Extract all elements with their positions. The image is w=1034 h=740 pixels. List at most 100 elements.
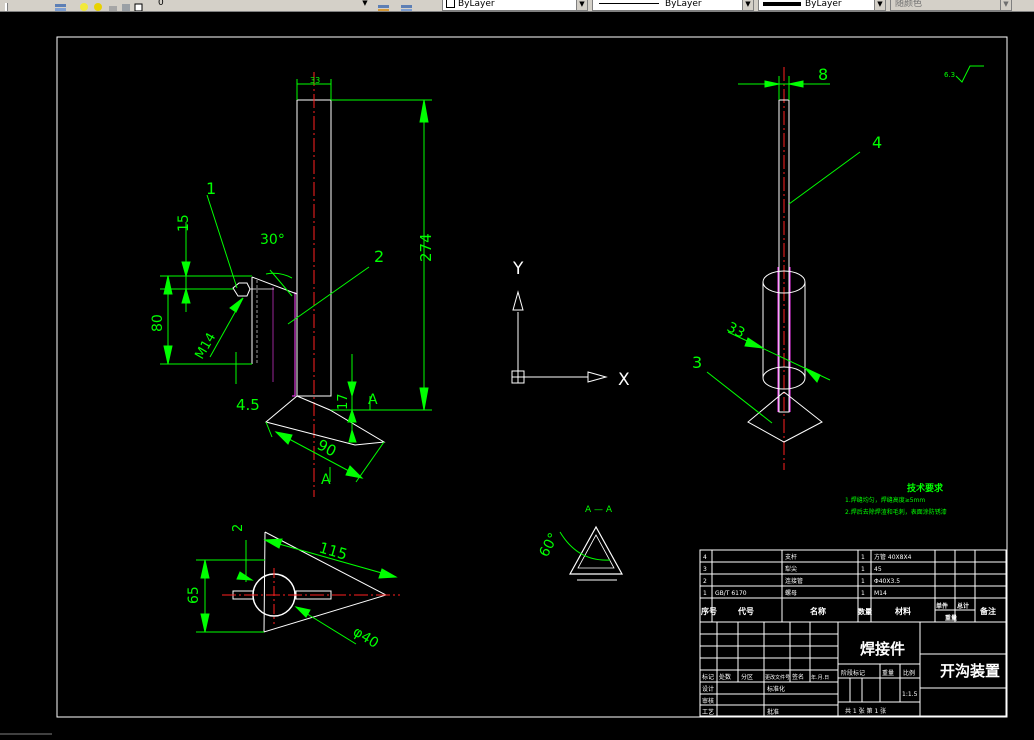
section-mark-a-upper: A: [368, 392, 378, 408]
light-bulb-icon[interactable]: [79, 0, 91, 11]
dim-arrow: [236, 571, 254, 581]
part-1-name: 螺母: [785, 589, 797, 597]
balloon-leader-1: [206, 194, 238, 289]
dim-text-33: 33: [724, 319, 747, 341]
dim-text-65: 65: [186, 586, 202, 604]
top-view-dim-text: 2 115 65 φ40: [186, 524, 381, 652]
shoe-outline: [251, 276, 386, 446]
make-object-layer-current-icon[interactable]: [376, 0, 389, 11]
lineweight-sample: [763, 1, 801, 6]
sun-freeze-icon[interactable]: [93, 0, 105, 11]
layer-toolbar-handle-icon: [4, 0, 16, 11]
sheet-text: 共 1 张 第 1 张: [845, 707, 886, 715]
header-no: 序号: [701, 606, 717, 616]
chevron-down-icon: ▼: [576, 0, 587, 10]
dim-text-m14: M14: [192, 330, 219, 362]
balloon-leader-3: [706, 371, 773, 424]
material-title: 焊接件: [860, 640, 905, 658]
dim-arrow: [788, 80, 804, 88]
chevron-down-icon: ▼: [1000, 0, 1011, 10]
linetype-sample: [599, 3, 659, 4]
side-view: [747, 67, 823, 470]
angle-arc: [265, 272, 293, 279]
dim-text-17: 17: [336, 393, 351, 410]
ucs-icon: [511, 290, 608, 384]
dim-arrow: [744, 337, 764, 349]
part-3-name: 犁尖: [785, 565, 797, 573]
layer-dropdown[interactable]: 0 ▼: [146, 0, 370, 9]
leader-arrow: [229, 297, 244, 313]
dim-arrow: [764, 80, 780, 88]
header-qty: 数量: [858, 607, 872, 616]
dim-arrow: [294, 606, 311, 618]
scale-label: 比例: [903, 669, 915, 677]
surface-finish-text: 6.3: [944, 71, 955, 79]
surface-finish-mark: [955, 65, 984, 83]
top-view: [222, 531, 400, 633]
lock-icon[interactable]: [108, 0, 120, 11]
drawing-name: 开沟装置: [940, 662, 1000, 680]
part-2-no: 2: [703, 578, 707, 585]
part-4-no: 4: [703, 554, 707, 561]
chevron-down-icon: ▼: [742, 0, 753, 10]
title-block-grid: [699, 549, 1007, 717]
part-2-qty: 1: [861, 578, 865, 585]
plot-icon[interactable]: [121, 0, 133, 11]
dim-arrow: [347, 408, 357, 423]
dim-text-15: 15: [176, 214, 192, 232]
front-view: [232, 72, 386, 497]
dim-text-8: 8: [818, 65, 828, 84]
balloon-4: 4: [872, 133, 882, 152]
front-view-dim-text: 33 274 15 80 30° M14 4.5 17 90 1 2 A A: [150, 76, 435, 488]
section-outline-inner: [577, 534, 615, 569]
color-swatch-icon: [446, 0, 455, 8]
dim-arrow: [263, 538, 283, 549]
part-1-code: GB/T 6170: [715, 590, 747, 597]
dim-text-80: 80: [150, 314, 166, 332]
section-outline-outer: [568, 525, 624, 575]
dim-arrow: [804, 367, 821, 383]
rev-header-sign: 签名: [792, 673, 804, 681]
scale-value: 1:1.5: [902, 691, 918, 698]
dim-arrow: [345, 465, 364, 479]
dim-arrow: [200, 559, 210, 579]
layer-previous-icon[interactable]: [399, 0, 412, 11]
side-shoe: [747, 391, 823, 443]
parts-headers: 序号 代号 名称 数量 材料 单件 总计 重量 备注: [701, 602, 996, 622]
header-material: 材料: [895, 606, 911, 616]
plotstyle-dropdown: 随颜色 ▼: [890, 0, 1012, 11]
section-mark-a-lower: A: [321, 472, 331, 488]
color-dropdown[interactable]: ByLayer ▼: [442, 0, 588, 11]
layer-manager-icon[interactable]: [54, 0, 66, 11]
dim-ext-line: [265, 421, 273, 438]
plotstyle-dropdown-value: 随颜色: [895, 0, 923, 9]
rev-header-mark: 标记: [702, 673, 714, 681]
weight-label: 重量: [882, 669, 894, 677]
header-weight: 重量: [945, 614, 957, 622]
header-total: 总计: [957, 602, 969, 610]
dim-text-60deg: 60°: [536, 530, 562, 559]
dim-text-2: 2: [231, 524, 246, 532]
header-code: 代号: [737, 606, 754, 616]
linetype-dropdown[interactable]: ByLayer ▼: [592, 0, 754, 11]
tech-req-title: 技术要求: [907, 482, 944, 494]
color-dropdown-value: ByLayer: [458, 0, 495, 9]
dim-arrow: [181, 287, 191, 304]
properties-toolbar: 0 ▼ ByLayer ▼ ByLayer ▼ ByLayer ▼ 随颜色 ▼: [0, 0, 1034, 12]
balloon-leader-2: [287, 266, 370, 325]
dim-text-phi40: φ40: [350, 624, 381, 652]
lineweight-dropdown-value: ByLayer: [805, 0, 842, 9]
section-view: [568, 525, 624, 581]
standardization-label: 标准化: [767, 685, 785, 693]
part-4-name: 支杆: [785, 553, 797, 561]
lineweight-dropdown[interactable]: ByLayer ▼: [758, 0, 886, 11]
review-label: 审核: [702, 697, 714, 705]
tech-req-line-2: 2.焊后去除焊渣和毛刺，表面涂防锈漆: [845, 508, 947, 516]
drawing-canvas[interactable]: 33 274 15 80 30° M14 4.5 17 90 1 2 A A Y…: [0, 12, 1034, 740]
part-4-qty: 1: [861, 554, 865, 561]
part-2-material: Φ40X3.5: [874, 578, 900, 585]
dim-text-30deg: 30°: [260, 232, 285, 248]
rev-header-doc: 更改文件号: [765, 674, 790, 681]
dim-text-4-5: 4.5: [236, 396, 260, 414]
title-block-border: [699, 549, 1007, 717]
